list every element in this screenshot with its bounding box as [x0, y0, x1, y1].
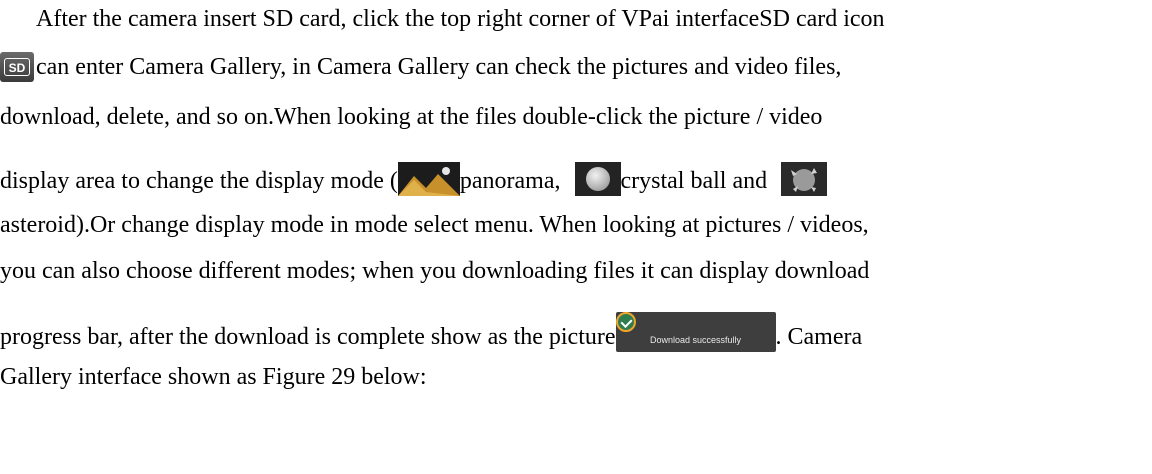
line-6-text: you can also choose different modes; whe… [0, 258, 870, 284]
panorama-mode-icon [397, 162, 460, 196]
crystal-ball-mode-icon [574, 162, 621, 196]
line-7-text-before: progress bar, after the download is comp… [0, 324, 616, 350]
asteroid-mode-icon [781, 162, 828, 196]
paragraph-line-8: Gallery interface shown as Figure 29 bel… [0, 362, 427, 392]
line-4-text-crystal: crystal ball and [620, 168, 768, 194]
line-4-text-before: display area to change the display mode … [0, 168, 398, 194]
paragraph-line-4: display area to change the display mode … [0, 162, 828, 196]
paragraph-line-2: SD can enter Camera Gallery, in Camera G… [0, 52, 841, 82]
line-8-text: Gallery interface shown as Figure 29 bel… [0, 364, 427, 390]
toast-message: Download successfully [649, 335, 742, 345]
paragraph-line-6: you can also choose different modes; whe… [0, 256, 869, 286]
download-success-toast: Download successfully [615, 312, 776, 352]
sd-card-icon: SD [0, 52, 34, 82]
line-7-text-after: . Camera [775, 324, 863, 350]
line-1-text: After the camera insert SD card, click t… [36, 6, 885, 32]
document-page: After the camera insert SD card, click t… [0, 0, 1152, 474]
line-2-text: can enter Camera Gallery, in Camera Gall… [36, 54, 842, 80]
line-3-text: download, delete, and so on.When looking… [0, 104, 823, 130]
paragraph-line-5: asteroid).Or change display mode in mode… [0, 210, 869, 240]
paragraph-line-3: download, delete, and so on.When looking… [0, 102, 822, 132]
paragraph-line-7: progress bar, after the download is comp… [0, 312, 862, 352]
crystal-ball-shape [585, 167, 610, 191]
line-5-text: asteroid).Or change display mode in mode… [0, 212, 869, 238]
sd-card-icon-label: SD [4, 58, 30, 76]
line-4-text-panorama: panorama, [459, 168, 561, 194]
paragraph-line-1: After the camera insert SD card, click t… [36, 4, 885, 34]
